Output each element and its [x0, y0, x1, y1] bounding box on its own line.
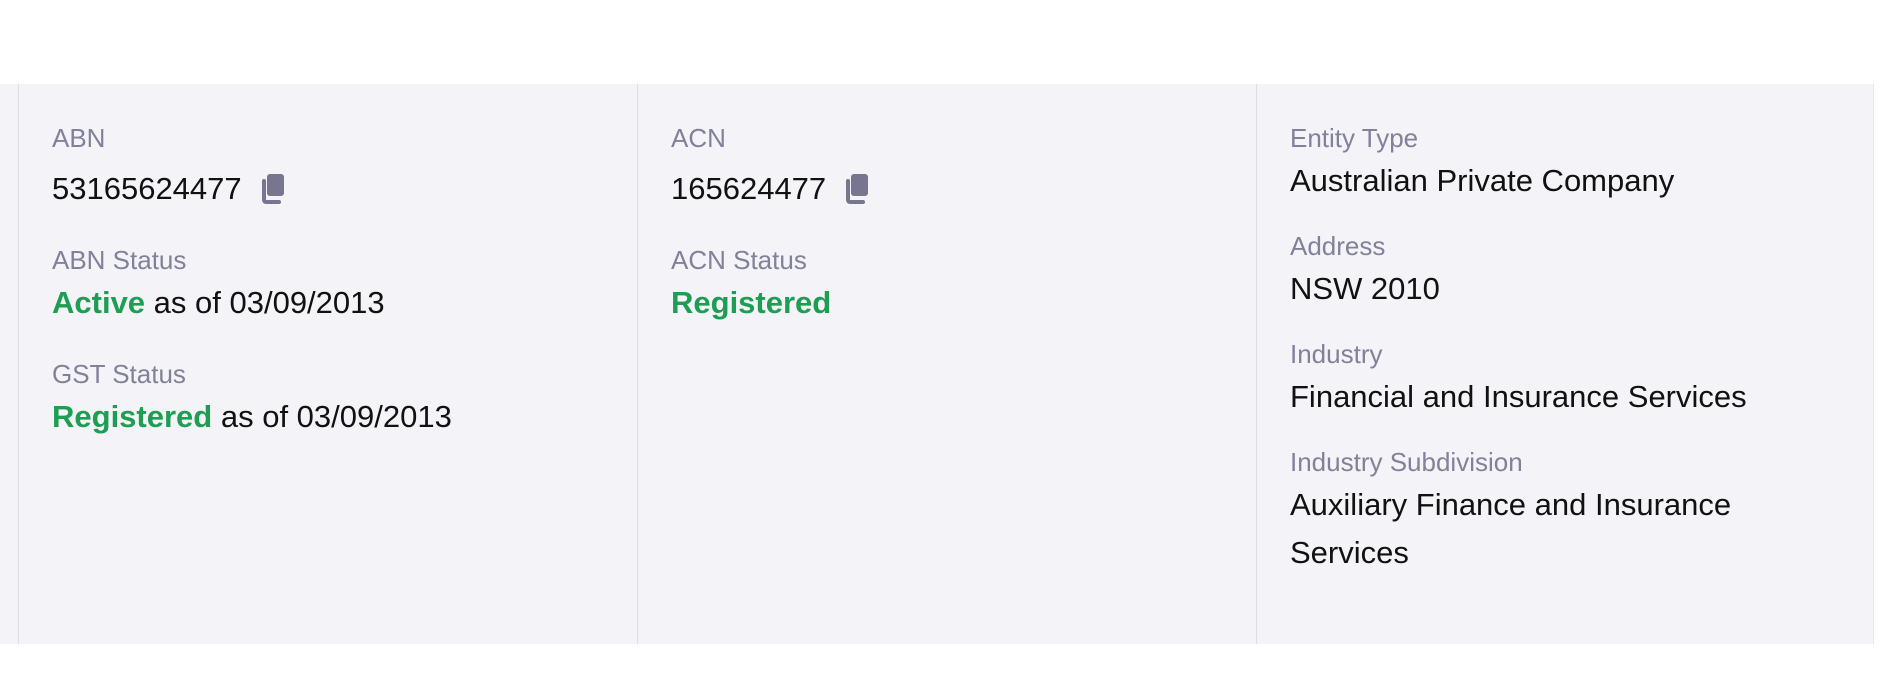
- copy-icon: [261, 174, 284, 204]
- abn-label: ABN: [52, 123, 106, 153]
- industry-subdivision-value: Auxiliary Finance and Insurance Services: [1290, 487, 1732, 570]
- gst-status-label: GST Status: [52, 359, 186, 389]
- gst-status-badge: Registered: [52, 399, 213, 434]
- abn-column: ABN 53165624477 ABN Status Active as of …: [19, 84, 638, 644]
- acn-value-row: 165624477: [671, 165, 1256, 213]
- acn-status-badge: Registered: [671, 285, 832, 320]
- address-field: Address NSW 2010: [1290, 229, 1874, 313]
- industry-subdivision-label: Industry Subdivision: [1290, 447, 1523, 477]
- acn-status-value: Registered: [671, 279, 1256, 327]
- acn-status-label: ACN Status: [671, 245, 807, 275]
- copy-acn-button[interactable]: [842, 173, 870, 205]
- gst-status-date: as of 03/09/2013: [212, 399, 452, 434]
- abn-status-value: Active as of 03/09/2013: [52, 279, 637, 327]
- abn-status-badge: Active: [52, 285, 146, 320]
- gst-status-value: Registered as of 03/09/2013: [52, 393, 637, 441]
- acn-field: ACN 165624477: [671, 121, 1256, 213]
- industry-label: Industry: [1290, 339, 1383, 369]
- industry-value: Financial and Insurance Services: [1290, 379, 1747, 414]
- business-details-panel: ABN 53165624477 ABN Status Active as of …: [0, 84, 1874, 644]
- abn-status-date: as of 03/09/2013: [145, 285, 385, 320]
- acn-value: 165624477: [671, 171, 827, 206]
- copy-icon: [846, 174, 869, 204]
- industry-subdivision-field: Industry Subdivision Auxiliary Finance a…: [1290, 445, 1874, 577]
- abn-value-row: 53165624477: [52, 165, 637, 213]
- entity-type-label: Entity Type: [1290, 123, 1419, 153]
- entity-type-field: Entity Type Australian Private Company: [1290, 121, 1874, 205]
- entity-column: Entity Type Australian Private Company A…: [1257, 84, 1874, 644]
- address-label: Address: [1290, 231, 1386, 261]
- gst-status-field: GST Status Registered as of 03/09/2013: [52, 357, 637, 441]
- address-value: NSW 2010: [1290, 271, 1440, 306]
- acn-label: ACN: [671, 123, 726, 153]
- abn-value: 53165624477: [52, 171, 242, 206]
- copy-abn-button[interactable]: [258, 173, 286, 205]
- abn-status-label: ABN Status: [52, 245, 187, 275]
- panel-left-edge: [0, 84, 19, 644]
- industry-field: Industry Financial and Insurance Service…: [1290, 337, 1874, 421]
- abn-status-field: ABN Status Active as of 03/09/2013: [52, 243, 637, 327]
- entity-type-value: Australian Private Company: [1290, 163, 1675, 198]
- acn-status-field: ACN Status Registered: [671, 243, 1256, 327]
- acn-column: ACN 165624477 ACN Status Registered: [638, 84, 1257, 644]
- abn-field: ABN 53165624477: [52, 121, 637, 213]
